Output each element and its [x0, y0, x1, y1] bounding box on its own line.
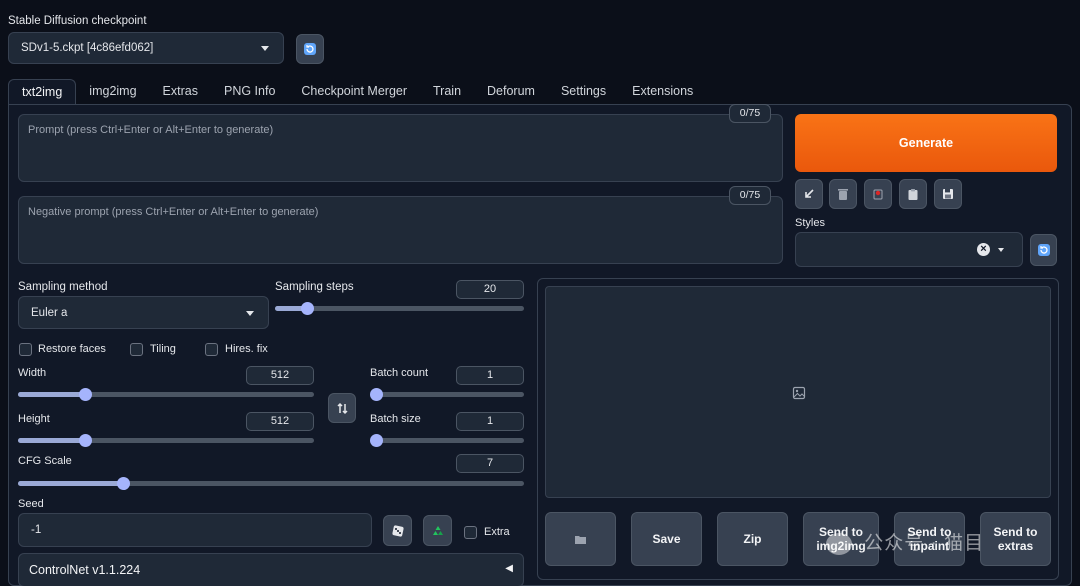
tiling-label: Tiling: [150, 343, 176, 355]
chevron-down-icon: [246, 310, 254, 316]
reuse-seed-button[interactable]: [423, 515, 452, 546]
height-input[interactable]: 512: [246, 412, 314, 431]
tab-png-info[interactable]: PNG Info: [211, 79, 288, 105]
chevron-down-icon: [261, 46, 269, 51]
checkpoint-label: Stable Diffusion checkpoint: [8, 15, 147, 27]
read-params-button[interactable]: [795, 179, 823, 209]
tab-txt2img[interactable]: txt2img: [8, 79, 77, 105]
width-label: Width: [18, 367, 47, 379]
sampling-steps-slider[interactable]: [275, 302, 524, 315]
batch-size-label: Batch size: [370, 413, 421, 425]
tab-extensions[interactable]: Extensions: [619, 79, 706, 105]
tab-extras[interactable]: Extras: [150, 79, 211, 105]
sampling-method-value: Euler a: [31, 306, 68, 319]
slider-thumb[interactable]: [78, 388, 92, 401]
image-placeholder-icon: [792, 386, 806, 400]
checkpoint-value: SDv1-5.ckpt [4c86efd062]: [21, 42, 154, 54]
batch-size-slider[interactable]: [370, 434, 524, 447]
sampling-method-dropdown[interactable]: Euler a: [18, 296, 269, 329]
slider-thumb[interactable]: [116, 477, 130, 490]
cfg-scale-label: CFG Scale: [18, 455, 72, 467]
restore-faces-checkbox[interactable]: [19, 343, 32, 356]
tab-train[interactable]: Train: [420, 79, 474, 105]
recycle-icon: [432, 525, 443, 535]
open-folder-button[interactable]: [545, 512, 616, 566]
batch-count-slider[interactable]: [370, 388, 524, 401]
tab-img2img[interactable]: img2img: [76, 79, 149, 105]
controlnet-title: ControlNet v1.1.224: [29, 563, 141, 577]
tab-settings[interactable]: Settings: [548, 79, 619, 105]
refresh-styles-button[interactable]: [1030, 234, 1057, 266]
random-seed-button[interactable]: [383, 515, 412, 546]
tab-bar: txt2img img2img Extras PNG Info Checkpoi…: [8, 79, 706, 105]
floppy-disk-icon: [943, 189, 953, 199]
refresh-icon: [1037, 244, 1050, 256]
slider-thumb[interactable]: [370, 388, 383, 401]
extra-seed-checkbox[interactable]: [464, 526, 477, 539]
prompt-input[interactable]: Prompt (press Ctrl+Enter or Alt+Enter to…: [18, 114, 783, 182]
apply-style-button[interactable]: [899, 179, 927, 209]
prompt-token-counter: 0/75: [729, 104, 771, 123]
negative-prompt-input[interactable]: Negative prompt (press Ctrl+Enter or Alt…: [18, 196, 783, 264]
hires-fix-checkbox[interactable]: [205, 343, 218, 356]
refresh-icon: [304, 43, 316, 55]
tab-deforum[interactable]: Deforum: [474, 79, 548, 105]
extra-seed-label: Extra: [484, 526, 510, 538]
batch-count-input[interactable]: 1: [456, 366, 524, 385]
swap-dimensions-button[interactable]: [328, 393, 356, 423]
send-to-extras-button[interactable]: Send to extras: [980, 512, 1051, 566]
folder-icon: [575, 535, 586, 544]
clear-icon[interactable]: ×: [977, 243, 990, 256]
collapse-icon: ◀: [505, 563, 513, 574]
styles-label: Styles: [795, 217, 825, 229]
cfg-scale-slider[interactable]: [18, 477, 524, 490]
output-gallery[interactable]: [545, 286, 1051, 498]
negative-prompt-placeholder: Negative prompt (press Ctrl+Enter or Alt…: [28, 206, 319, 218]
seed-input[interactable]: -1: [18, 513, 372, 547]
prompt-placeholder: Prompt (press Ctrl+Enter or Alt+Enter to…: [28, 124, 274, 136]
sampling-steps-label: Sampling steps: [275, 281, 354, 293]
height-label: Height: [18, 413, 50, 425]
watermark-text: 公众号 · 猫目: [864, 533, 985, 554]
seed-value: -1: [31, 524, 42, 536]
height-slider[interactable]: [18, 434, 314, 447]
sampling-method-label: Sampling method: [18, 281, 108, 293]
zip-button[interactable]: Zip: [717, 512, 788, 566]
save-button[interactable]: Save: [631, 512, 702, 566]
width-slider[interactable]: [18, 388, 314, 401]
chevron-down-icon: [998, 247, 1004, 252]
trash-icon: [838, 188, 848, 200]
sampling-steps-input[interactable]: 20: [456, 280, 524, 299]
generate-button[interactable]: Generate: [795, 114, 1057, 172]
tab-checkpoint-merger[interactable]: Checkpoint Merger: [288, 79, 420, 105]
extra-networks-icon: [873, 189, 883, 200]
tiling-checkbox[interactable]: [130, 343, 143, 356]
cfg-scale-input[interactable]: 7: [456, 454, 524, 473]
hires-fix-label: Hires. fix: [225, 343, 268, 355]
checkpoint-dropdown[interactable]: SDv1-5.ckpt [4c86efd062]: [8, 32, 284, 64]
width-input[interactable]: 512: [246, 366, 314, 385]
show-extra-networks-button[interactable]: [864, 179, 892, 209]
arrow-down-left-icon: [805, 189, 814, 198]
controlnet-accordion[interactable]: ControlNet v1.1.224 ◀: [18, 553, 524, 586]
clear-prompt-button[interactable]: [829, 179, 857, 209]
slider-thumb[interactable]: [300, 302, 314, 315]
clipboard-icon: [908, 188, 918, 200]
seed-label: Seed: [18, 498, 44, 510]
batch-count-label: Batch count: [370, 367, 429, 379]
dice-icon: [391, 524, 404, 537]
negative-prompt-token-counter: 0/75: [729, 186, 771, 205]
slider-thumb[interactable]: [78, 434, 92, 447]
restore-faces-label: Restore faces: [38, 343, 106, 355]
watermark: 公众号 · 猫目: [826, 528, 984, 555]
batch-size-input[interactable]: 1: [456, 412, 524, 431]
swap-icon: [336, 402, 348, 414]
wechat-icon: [826, 532, 852, 555]
save-style-button[interactable]: [934, 179, 962, 209]
refresh-checkpoint-button[interactable]: [296, 34, 324, 64]
slider-thumb[interactable]: [370, 434, 383, 447]
styles-dropdown[interactable]: ×: [795, 232, 1023, 267]
